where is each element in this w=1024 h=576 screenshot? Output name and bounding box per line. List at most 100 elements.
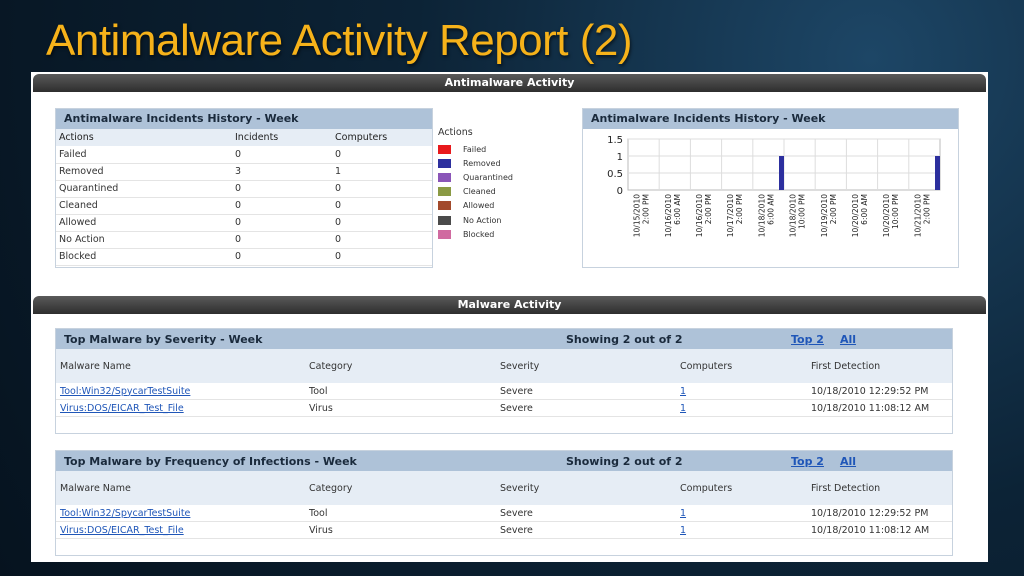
col-computers: Computers bbox=[680, 360, 733, 372]
malware-name-link[interactable]: Tool:Win32/SpycarTestSuite bbox=[60, 508, 190, 519]
severity-cell: Severe bbox=[500, 385, 533, 397]
frequency-table-panel: Top Malware by Frequency of Infections -… bbox=[55, 450, 953, 556]
legend-item: Quarantined bbox=[438, 170, 513, 184]
chart-bar bbox=[935, 156, 940, 190]
legend-label: Removed bbox=[463, 158, 501, 168]
col-first-detection: First Detection bbox=[811, 360, 881, 372]
legend-item: Failed bbox=[438, 142, 513, 156]
y-tick-label: 0 bbox=[617, 186, 623, 197]
incident-count: 0 bbox=[232, 214, 332, 232]
malware-row: Tool:Win32/SpycarTestSuite Tool Severe 1 10/… bbox=[56, 383, 952, 400]
action-name: Allowed bbox=[56, 214, 232, 232]
action-name: Quarantined bbox=[56, 180, 232, 198]
severity-top2-link[interactable]: Top 2 bbox=[791, 333, 824, 346]
legend-swatch bbox=[438, 172, 451, 182]
col-severity: Severity bbox=[500, 482, 540, 494]
category-cell: Tool bbox=[309, 507, 328, 519]
col-computers: Computers bbox=[680, 482, 733, 494]
legend-item: Cleaned bbox=[438, 185, 513, 199]
incidents-row: Quarantined 0 0 bbox=[56, 180, 432, 198]
incidents-table: Actions Incidents Computers Failed 0 0 Remo… bbox=[56, 129, 432, 266]
legend-swatch bbox=[438, 201, 451, 211]
frequency-all-link[interactable]: All bbox=[840, 455, 856, 468]
x-tick-label: 10/19/20102:00 PM bbox=[820, 194, 838, 237]
x-tick-label: 10/18/201010:00 PM bbox=[789, 194, 807, 237]
frequency-table-header: Top Malware by Frequency of Infections -… bbox=[56, 451, 952, 471]
incident-count: 0 bbox=[232, 146, 332, 164]
frequency-top2-link[interactable]: Top 2 bbox=[791, 455, 824, 468]
computer-count: 0 bbox=[332, 248, 432, 266]
incident-count: 0 bbox=[232, 248, 332, 266]
severity-table-panel: Top Malware by Severity - Week Showing 2… bbox=[55, 328, 953, 434]
computer-count: 0 bbox=[332, 231, 432, 249]
category-cell: Tool bbox=[309, 385, 328, 397]
y-tick-label: 1.5 bbox=[607, 135, 623, 146]
malware-name-link[interactable]: Tool:Win32/SpycarTestSuite bbox=[60, 386, 190, 397]
x-tick-label: 10/20/20106:00 AM bbox=[851, 194, 869, 237]
col-first-detection: First Detection bbox=[811, 482, 881, 494]
incident-count: 3 bbox=[232, 163, 332, 181]
incident-count: 0 bbox=[232, 180, 332, 198]
severity-cell: Severe bbox=[500, 524, 533, 536]
action-name: Failed bbox=[56, 146, 232, 164]
col-incidents: Incidents bbox=[232, 129, 332, 146]
report-window: Antimalware Activity Antimalware Inciden… bbox=[31, 72, 988, 562]
malware-name-cell: Virus:DOS/EICAR_Test_File bbox=[56, 403, 309, 414]
incidents-row: Failed 0 0 bbox=[56, 146, 432, 164]
legend-item: Removed bbox=[438, 156, 513, 170]
computers-link[interactable]: 1 bbox=[680, 525, 686, 536]
chart-bar bbox=[779, 156, 784, 190]
severity-cell: Severe bbox=[500, 507, 533, 519]
legend-swatch bbox=[438, 229, 451, 239]
x-tick-label: 10/16/20106:00 AM bbox=[664, 194, 682, 237]
x-tick-label: 10/15/20102:00 PM bbox=[633, 194, 651, 237]
legend-swatch bbox=[438, 215, 451, 225]
malware-row: Tool:Win32/SpycarTestSuite Tool Severe 1 10/… bbox=[56, 505, 952, 522]
y-tick-label: 1 bbox=[617, 152, 623, 163]
antimalware-activity-header: Antimalware Activity bbox=[33, 74, 986, 92]
malware-name-cell: Tool:Win32/SpycarTestSuite bbox=[56, 508, 309, 519]
frequency-column-headers: Malware Name Category Severity Computers… bbox=[56, 471, 952, 505]
incident-count: 0 bbox=[232, 231, 332, 249]
frequency-table-title: Top Malware by Frequency of Infections -… bbox=[64, 454, 357, 468]
severity-all-link[interactable]: All bbox=[840, 333, 856, 346]
col-category: Category bbox=[309, 482, 353, 494]
severity-table-header: Top Malware by Severity - Week Showing 2… bbox=[56, 329, 952, 349]
legend-label: Blocked bbox=[463, 229, 495, 239]
severity-cell: Severe bbox=[500, 402, 533, 414]
category-cell: Virus bbox=[309, 402, 333, 414]
malware-name-link[interactable]: Virus:DOS/EICAR_Test_File bbox=[60, 525, 184, 536]
category-cell: Virus bbox=[309, 524, 333, 536]
incidents-row: Removed 3 1 bbox=[56, 163, 432, 181]
computers-link[interactable]: 1 bbox=[680, 403, 686, 414]
computer-count: 0 bbox=[332, 146, 432, 164]
incidents-row: No Action 0 0 bbox=[56, 231, 432, 249]
x-tick-label: 10/20/201010:00 PM bbox=[882, 194, 900, 237]
legend-label: Allowed bbox=[463, 201, 495, 211]
incidents-header-row: Actions Incidents Computers bbox=[56, 129, 432, 146]
frequency-showing-count: Showing 2 out of 2 bbox=[566, 454, 683, 468]
first-detection-cell: 10/18/2010 11:08:12 AM bbox=[811, 524, 930, 536]
action-name: No Action bbox=[56, 231, 232, 249]
severity-showing-count: Showing 2 out of 2 bbox=[566, 332, 683, 346]
computers-link[interactable]: 1 bbox=[680, 386, 686, 397]
incidents-table-panel: Antimalware Incidents History - Week Act… bbox=[55, 108, 433, 268]
legend-swatch bbox=[438, 158, 451, 168]
computer-count: 0 bbox=[332, 180, 432, 198]
computer-count: 1 bbox=[332, 163, 432, 181]
legend-swatch bbox=[438, 144, 451, 154]
incident-count: 0 bbox=[232, 197, 332, 215]
legend-swatch bbox=[438, 187, 451, 197]
computers-cell: 1 bbox=[680, 386, 811, 397]
col-malware-name: Malware Name bbox=[60, 360, 131, 372]
computers-link[interactable]: 1 bbox=[680, 508, 686, 519]
malware-name-link[interactable]: Virus:DOS/EICAR_Test_File bbox=[60, 403, 184, 414]
legend-label: Failed bbox=[463, 144, 487, 154]
first-detection-cell: 10/18/2010 12:29:52 PM bbox=[811, 385, 929, 397]
computers-cell: 1 bbox=[680, 403, 811, 414]
computers-cell: 1 bbox=[680, 525, 811, 536]
legend-label: No Action bbox=[463, 215, 502, 225]
y-tick-label: 0.5 bbox=[607, 169, 623, 180]
action-name: Removed bbox=[56, 163, 232, 181]
col-actions: Actions bbox=[56, 129, 232, 146]
